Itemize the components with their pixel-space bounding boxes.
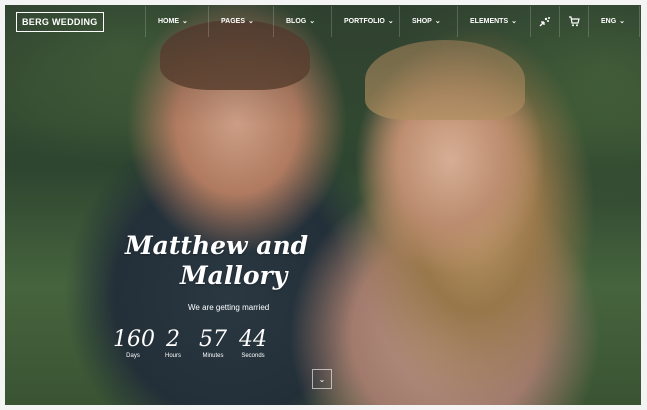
hero-title-line1: Matthew and — [125, 231, 309, 260]
countdown-value: 57 — [199, 327, 227, 352]
hero-title: Matthew and Mallory — [125, 231, 315, 291]
countdown-hours: 2 Hours — [153, 327, 193, 360]
cart-icon — [569, 16, 580, 27]
nav-item-home[interactable]: HOME ⌄ — [145, 6, 208, 37]
countdown-label: Seconds — [241, 353, 265, 359]
chevron-down-icon: ⌄ — [511, 18, 517, 25]
chevron-down-icon: ⌄ — [309, 18, 316, 25]
nav-item-pages[interactable]: PAGES ⌄ — [208, 6, 273, 37]
cursor-dots-button[interactable] — [530, 6, 559, 37]
countdown-value: 2 — [166, 327, 180, 352]
search-button[interactable] — [639, 6, 641, 37]
nav-item-elements[interactable]: ELEMENTS ⌄ — [457, 6, 530, 37]
nav-label: PORTFOLIO — [344, 18, 385, 25]
scroll-down-button[interactable]: ⌄ — [312, 369, 332, 389]
nav-label: BLOG — [286, 18, 307, 25]
nav-label: HOME — [158, 18, 179, 25]
hero-title-line2: Mallory — [180, 261, 288, 290]
chevron-down-icon: ⌄ — [619, 18, 626, 25]
hero-section: BERG WEDDING HOME ⌄ PAGES ⌄ BLOG ⌄ PORTFOLI… — [5, 5, 641, 405]
chevron-down-icon: ⌄ — [248, 18, 254, 25]
language-switcher[interactable]: ENG ⌄ — [588, 6, 639, 37]
chevron-down-icon: ⌄ — [387, 18, 394, 25]
hero-subtitle: We are getting married — [188, 303, 270, 312]
nav-label: SHOP — [412, 18, 432, 25]
countdown-value: 44 — [239, 327, 267, 352]
nav-item-shop[interactable]: SHOP ⌄ — [399, 6, 457, 37]
countdown-label: Minutes — [202, 353, 224, 359]
photo-overlay — [5, 5, 641, 405]
countdown-timer: 160 Days 2 Hours 57 Minutes 44 Seconds — [113, 327, 273, 360]
nav-item-blog[interactable]: BLOG ⌄ — [273, 6, 331, 37]
nav-label: PAGES — [221, 18, 245, 25]
chevron-down-icon: ⌄ — [182, 18, 188, 25]
cart-button[interactable] — [559, 6, 588, 37]
main-nav: HOME ⌄ PAGES ⌄ BLOG ⌄ PORTFOLIO ⌄ SHOP ⌄ ELEM… — [145, 6, 641, 37]
countdown-minutes: 57 Minutes — [193, 327, 233, 360]
chevron-down-icon: ⌄ — [434, 18, 441, 25]
countdown-seconds: 44 Seconds — [233, 327, 273, 360]
countdown-days: 160 Days — [113, 327, 155, 360]
countdown-label: Hours — [164, 353, 181, 359]
chevron-down-icon: ⌄ — [318, 374, 326, 384]
language-label: ENG — [601, 18, 617, 25]
cursor-dots-icon — [539, 17, 550, 27]
nav-item-portfolio[interactable]: PORTFOLIO ⌄ — [331, 6, 399, 37]
site-logo[interactable]: BERG WEDDING — [16, 12, 104, 32]
countdown-label: Days — [126, 353, 140, 359]
nav-label: ELEMENTS — [470, 18, 509, 25]
site-header: BERG WEDDING HOME ⌄ PAGES ⌄ BLOG ⌄ PORTFOLI… — [5, 5, 641, 39]
countdown-value: 160 — [113, 327, 155, 352]
